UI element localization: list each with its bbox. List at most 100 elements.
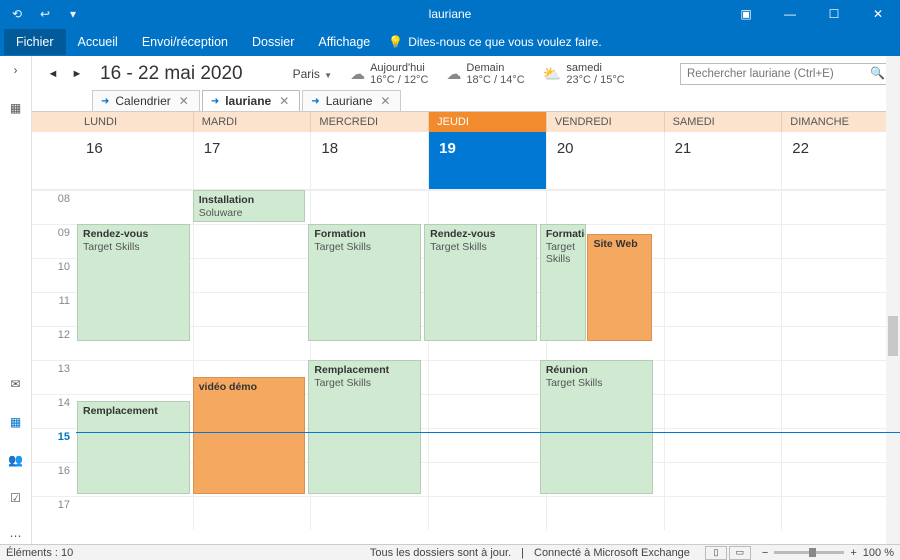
calendar-event[interactable]: FormationTarget Skills bbox=[308, 224, 421, 341]
day-number[interactable]: 22 bbox=[782, 132, 900, 190]
time-cell[interactable] bbox=[429, 428, 547, 462]
time-cell[interactable] bbox=[311, 496, 429, 530]
close-button[interactable]: ✕ bbox=[856, 0, 900, 28]
day-number[interactable]: 21 bbox=[665, 132, 783, 190]
weather-city[interactable]: Paris ▼ bbox=[293, 67, 332, 81]
day-number[interactable]: 16 bbox=[76, 132, 194, 190]
time-cell[interactable] bbox=[782, 190, 900, 224]
time-cell[interactable] bbox=[76, 496, 194, 530]
time-cell[interactable] bbox=[782, 292, 900, 326]
day-number[interactable]: 19 bbox=[429, 132, 547, 190]
time-cell[interactable] bbox=[782, 462, 900, 496]
calendar-event[interactable]: RéunionTarget Skills bbox=[540, 360, 653, 494]
time-cell[interactable] bbox=[429, 462, 547, 496]
close-icon[interactable]: ✕ bbox=[279, 94, 289, 108]
calendar-event[interactable]: Rendez-vousTarget Skills bbox=[77, 224, 190, 341]
day-header: MARDI bbox=[194, 112, 312, 132]
time-cell[interactable] bbox=[665, 258, 783, 292]
day-number[interactable]: 20 bbox=[547, 132, 665, 190]
day-number[interactable]: 17 bbox=[194, 132, 312, 190]
time-cell[interactable] bbox=[429, 190, 547, 224]
rail-mail-icon[interactable]: ✉ bbox=[7, 376, 25, 392]
time-cell[interactable] bbox=[665, 292, 783, 326]
zoom-slider[interactable] bbox=[774, 551, 844, 554]
status-items: Éléments : 10 bbox=[6, 547, 73, 559]
calendar-grid: LUNDIMARDIMERCREDIJEUDIVENDREDISAMEDIDIM… bbox=[32, 111, 900, 544]
time-cell[interactable] bbox=[194, 292, 312, 326]
time-cell[interactable] bbox=[782, 258, 900, 292]
prev-week-button[interactable]: ◄ bbox=[46, 68, 60, 80]
calendar-tab[interactable]: ➜lauriane✕ bbox=[202, 90, 300, 111]
time-cell[interactable] bbox=[429, 394, 547, 428]
hour-label: 17 bbox=[32, 496, 76, 530]
rail-collapse-icon[interactable]: › bbox=[7, 62, 25, 78]
qat-customize-icon[interactable]: ▾ bbox=[62, 3, 84, 25]
time-cell[interactable] bbox=[76, 360, 194, 394]
ribbon-tab-envoi/réception[interactable]: Envoi/réception bbox=[130, 29, 240, 55]
time-cell[interactable] bbox=[782, 326, 900, 360]
time-cell[interactable] bbox=[547, 496, 665, 530]
rail-calendar-mini-icon[interactable]: ▦ bbox=[7, 100, 25, 116]
next-week-button[interactable]: ► bbox=[70, 68, 84, 80]
time-cell[interactable] bbox=[782, 496, 900, 530]
time-cell[interactable] bbox=[782, 360, 900, 394]
search-icon[interactable]: 🔍 bbox=[870, 66, 885, 80]
calendar-tab[interactable]: ➜Calendrier✕ bbox=[92, 90, 200, 111]
zoom-in-button[interactable]: + bbox=[850, 547, 856, 559]
day-number[interactable]: 18 bbox=[311, 132, 429, 190]
rail-calendar-icon[interactable]: ▦ bbox=[7, 414, 25, 430]
time-cell[interactable] bbox=[429, 360, 547, 394]
calendar-event[interactable]: Remplacement bbox=[77, 401, 190, 494]
view-reading-button[interactable]: ▭ bbox=[729, 546, 751, 560]
scrollbar-thumb[interactable] bbox=[888, 316, 898, 356]
time-cell[interactable] bbox=[76, 190, 194, 224]
maximize-button[interactable]: ☐ bbox=[812, 0, 856, 28]
qat-undo-icon[interactable]: ↩ bbox=[34, 3, 56, 25]
time-cell[interactable] bbox=[194, 258, 312, 292]
time-cell[interactable] bbox=[665, 224, 783, 258]
time-cell[interactable] bbox=[429, 496, 547, 530]
time-cell[interactable] bbox=[665, 428, 783, 462]
rail-tasks-icon[interactable]: ☑ bbox=[7, 490, 25, 506]
calendar-event[interactable]: InstallationSoluware bbox=[193, 190, 306, 222]
time-cell[interactable] bbox=[665, 360, 783, 394]
time-cell[interactable] bbox=[782, 394, 900, 428]
close-icon[interactable]: ✕ bbox=[179, 94, 189, 108]
search-box[interactable]: 🔍 bbox=[680, 63, 890, 85]
ribbon-tab-file[interactable]: Fichier bbox=[4, 29, 66, 55]
calendar-event[interactable]: vidéo démo bbox=[193, 377, 306, 494]
time-cell[interactable] bbox=[665, 496, 783, 530]
time-cell[interactable] bbox=[547, 190, 665, 224]
hour-label: 12 bbox=[32, 326, 76, 360]
rail-people-icon[interactable]: 👥 bbox=[7, 452, 25, 468]
ribbon-tab-dossier[interactable]: Dossier bbox=[240, 29, 306, 55]
time-cell[interactable] bbox=[782, 224, 900, 258]
calendar-event[interactable]: Rendez-vousTarget Skills bbox=[424, 224, 537, 341]
vertical-scrollbar[interactable] bbox=[886, 56, 900, 544]
time-cell[interactable] bbox=[665, 326, 783, 360]
calendar-event[interactable]: RemplacementTarget Skills bbox=[308, 360, 421, 494]
tell-me[interactable]: 💡 Dites-nous ce que vous voulez faire. bbox=[388, 35, 601, 49]
time-cell[interactable] bbox=[665, 190, 783, 224]
time-cell[interactable] bbox=[665, 394, 783, 428]
time-cell[interactable] bbox=[665, 462, 783, 496]
qat-send-receive-icon[interactable]: ⟲ bbox=[6, 3, 28, 25]
close-icon[interactable]: ✕ bbox=[380, 94, 390, 108]
calendar-tab[interactable]: ➜Lauriane✕ bbox=[302, 90, 401, 111]
time-cell[interactable] bbox=[194, 326, 312, 360]
ribbon-options-icon[interactable]: ▣ bbox=[724, 0, 768, 28]
zoom-out-button[interactable]: − bbox=[762, 547, 768, 559]
rail-more-icon[interactable]: ⋯ bbox=[7, 528, 25, 544]
calendar-event[interactable]: Site Web bbox=[587, 234, 651, 341]
calendar-event[interactable]: FormationTarget Skills bbox=[540, 224, 587, 341]
time-cell[interactable] bbox=[194, 224, 312, 258]
time-cell[interactable] bbox=[782, 428, 900, 462]
arrow-right-icon: ➜ bbox=[311, 96, 319, 107]
view-normal-button[interactable]: ▯ bbox=[705, 546, 727, 560]
minimize-button[interactable]: ― bbox=[768, 0, 812, 28]
search-input[interactable] bbox=[680, 63, 890, 85]
ribbon-tab-accueil[interactable]: Accueil bbox=[66, 29, 130, 55]
time-cell[interactable] bbox=[311, 190, 429, 224]
ribbon-tab-affichage[interactable]: Affichage bbox=[306, 29, 382, 55]
time-cell[interactable] bbox=[194, 496, 312, 530]
